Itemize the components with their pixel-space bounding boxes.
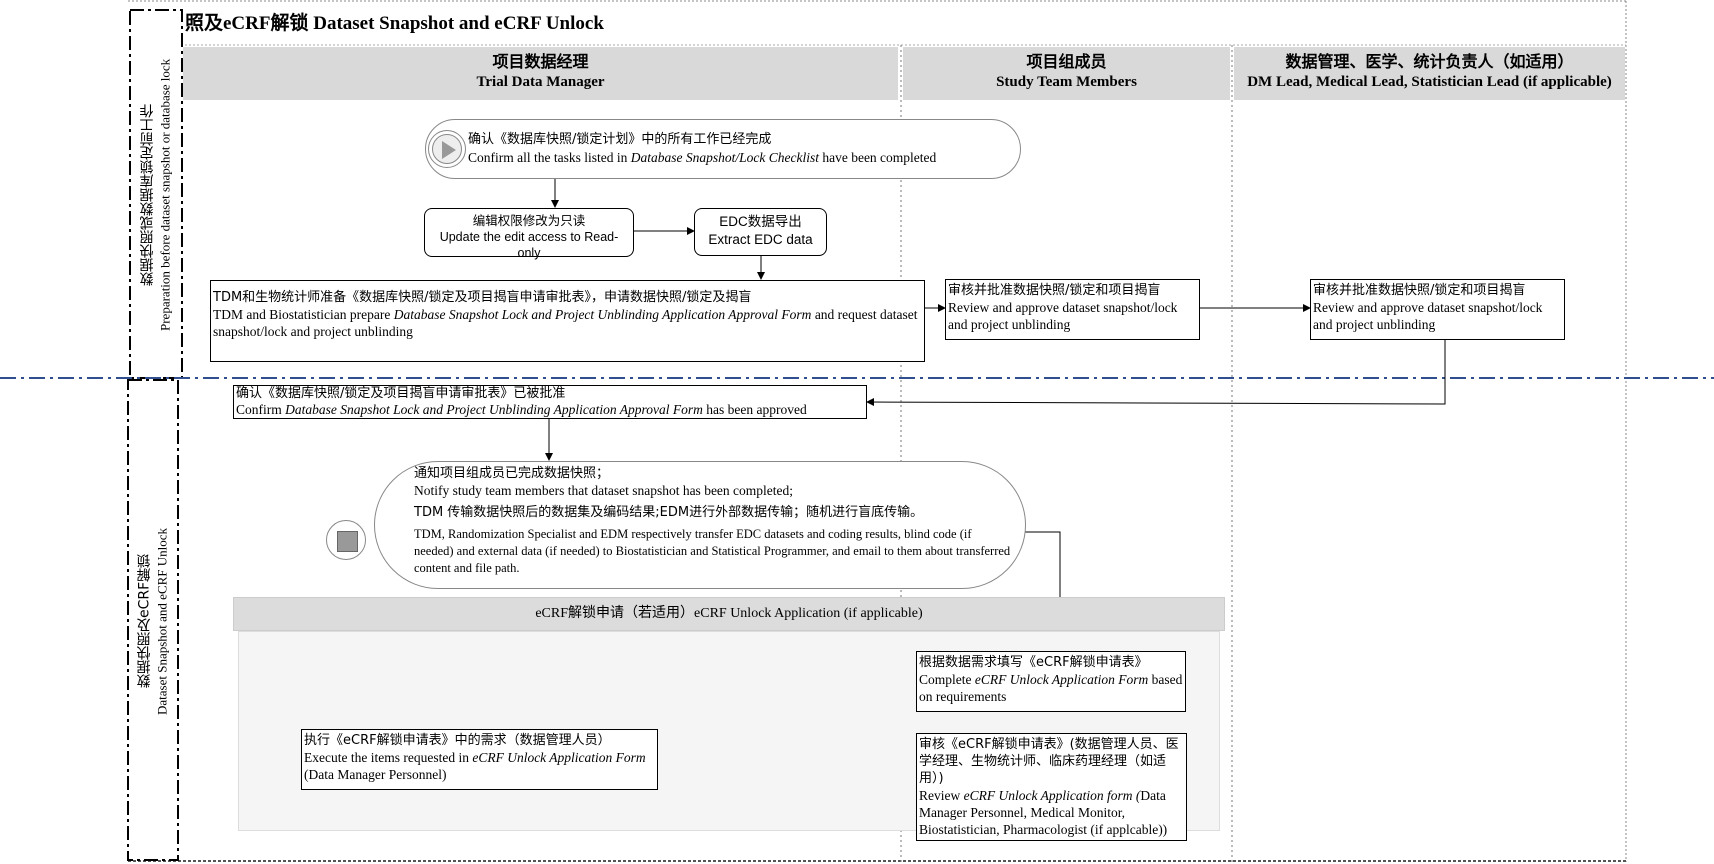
column-header-cn: 项目组成员	[1026, 52, 1107, 71]
node-text-en: Complete eCRF Unlock Application Form ba…	[919, 671, 1183, 705]
review-unlock-form-node: 审核《eCRF解锁申请表》(数据管理人员、医学经理、生物统计师、临床药理经理（如…	[916, 733, 1187, 841]
arrow-lead-to-confirm	[866, 340, 1446, 407]
review-team-node: 审核并批准数据快照/锁定和项目揭盲 Review and approve dat…	[945, 279, 1200, 340]
extract-edc-node: EDC数据导出 Extract EDC data	[694, 208, 827, 256]
node-text-en: Confirm all the tasks listed in Database…	[468, 149, 1018, 167]
text-part: Execute the items requested in	[304, 750, 473, 765]
text-part: have been completed	[818, 150, 937, 165]
text-part: Review	[919, 788, 964, 803]
lane-label-en: Preparation before dataset snapshot or d…	[157, 58, 173, 332]
lane-label-cn: 数据快照或数据库锁定前工作	[139, 104, 156, 286]
prepare-form-node: TDM和生物统计师准备《数据库快照/锁定及项目揭盲申请审批表》，申请数据快照/锁…	[210, 280, 925, 362]
node-text-cn: TDM 传输数据快照后的数据集及编码结果;EDM进行外部数据传输；随机进行盲底传…	[414, 505, 924, 520]
column-header-cn: 项目数据经理	[492, 52, 589, 71]
node-text-en: Review and approve dataset snapshot/lock…	[1313, 300, 1543, 332]
edit-access-node: 编辑权限修改为只读 Update the edit access to Read…	[424, 208, 634, 260]
fill-unlock-form-node: 根据数据需求填写《eCRF解锁申请表》 Complete eCRF Unlock…	[916, 651, 1186, 712]
lane-label-cn: 数据快照及eCRF解锁	[136, 553, 153, 689]
text-part-italic: Database Snapshot Lock and Project Unbli…	[285, 402, 703, 417]
text-part-italic: Database Snapshot/Lock Checklist	[630, 150, 819, 165]
node-text-cn: 确认《数据库快照/锁定计划》中的所有工作已经完成	[468, 132, 772, 147]
play-icon	[442, 141, 456, 159]
text-part-italic: eCRF Unlock Application form (	[963, 788, 1141, 803]
start-event	[428, 130, 466, 168]
ecrf-unlock-group-header: eCRF解锁申请（若适用）eCRF Unlock Application (if…	[233, 597, 1225, 631]
text-part: (Data Manager Personnel)	[304, 767, 447, 782]
lane-label-snapshot: 数据快照及eCRF解锁 Dataset Snapshot and eCRF Un…	[130, 384, 176, 858]
text-part: has been approved	[702, 402, 807, 417]
node-text-en: Extract EDC data	[708, 232, 813, 247]
node-text-en: Confirm Database Snapshot Lock and Proje…	[236, 402, 864, 418]
execute-unlock-node: 执行《eCRF解锁申请表》中的需求（数据管理人员） Execute the it…	[301, 729, 658, 790]
lane-label-en: Dataset Snapshot and eCRF Unlock	[154, 527, 170, 715]
text-part: Complete	[919, 672, 975, 687]
node-text-cn: EDC数据导出	[719, 214, 802, 229]
node-text-cn: 执行《eCRF解锁申请表》中的需求（数据管理人员）	[304, 733, 611, 748]
node-text-cn: 编辑权限修改为只读	[472, 213, 586, 228]
column-header-en: Study Team Members	[996, 74, 1137, 90]
node-text-en: TDM, Randomization Specialist and EDM re…	[414, 527, 1011, 575]
node-text-cn: TDM和生物统计师准备《数据库快照/锁定及项目揭盲申请审批表》，申请数据快照/锁…	[213, 290, 752, 305]
notify-node-text: 通知项目组成员已完成数据快照； Notify study team member…	[414, 465, 1014, 577]
text-part-italic: eCRF Unlock Application Form	[974, 672, 1149, 687]
lane-label-prep: 数据快照或数据库锁定前工作 Preparation before dataset…	[133, 14, 179, 376]
node-text-cn: 确认《数据库快照/锁定及项目揭盲申请审批表》已被批准	[236, 386, 566, 401]
text-part-italic: Database Snapshot Lock and Project Unbli…	[393, 307, 812, 322]
column-header-en: Trial Data Manager	[476, 74, 605, 90]
node-text-cn: 审核《eCRF解锁申请表》(数据管理人员、医学经理、生物统计师、临床药理经理（如…	[919, 737, 1179, 786]
text-part: Confirm	[236, 402, 286, 417]
node-text-cn: 审核并批准数据快照/锁定和项目揭盲	[948, 283, 1161, 298]
node-text-en: Execute the items requested in eCRF Unlo…	[304, 749, 655, 783]
node-text-cn: 通知项目组成员已完成数据快照；	[414, 466, 610, 481]
end-event	[326, 520, 366, 560]
column-header-trial-data-manager: 项目数据经理 Trial Data Manager	[183, 47, 898, 100]
text-part-italic: eCRF Unlock Application Form	[472, 750, 646, 765]
diagram-title: 照及eCRF解锁 Dataset Snapshot and eCRF Unloc…	[185, 13, 604, 34]
stop-icon	[337, 531, 358, 552]
text-part: Confirm all the tasks listed in	[468, 150, 631, 165]
node-text-en: Notify study team members that dataset s…	[414, 483, 794, 498]
column-header-leads: 数据管理、医学、统计负责人（如适用） DM Lead, Medical Lead…	[1234, 47, 1625, 100]
node-text-cn: 根据数据需求填写《eCRF解锁申请表》	[919, 655, 1148, 670]
start-node-text: 确认《数据库快照/锁定计划》中的所有工作已经完成 Confirm all the…	[468, 131, 1018, 167]
confirm-approved-node: 确认《数据库快照/锁定及项目揭盲申请审批表》已被批准 Confirm Datab…	[233, 385, 867, 419]
node-text-en: TDM and Biostatistician prepare Database…	[213, 306, 922, 340]
node-text-en: Review eCRF Unlock Application form (Dat…	[919, 787, 1184, 838]
column-header-en: DM Lead, Medical Lead, Statistician Lead…	[1247, 74, 1612, 90]
node-text-en: Review and approve dataset snapshot/lock…	[948, 300, 1178, 332]
text-part: TDM and Biostatistician prepare	[213, 307, 394, 322]
node-text-cn: 审核并批准数据快照/锁定和项目揭盲	[1313, 283, 1526, 298]
review-lead-node: 审核并批准数据快照/锁定和项目揭盲 Review and approve dat…	[1310, 279, 1565, 340]
column-header-cn: 数据管理、医学、统计负责人（如适用）	[1285, 52, 1574, 71]
node-text-en: Update the edit access to Read-only	[439, 230, 619, 260]
column-header-study-team: 项目组成员 Study Team Members	[903, 47, 1230, 100]
